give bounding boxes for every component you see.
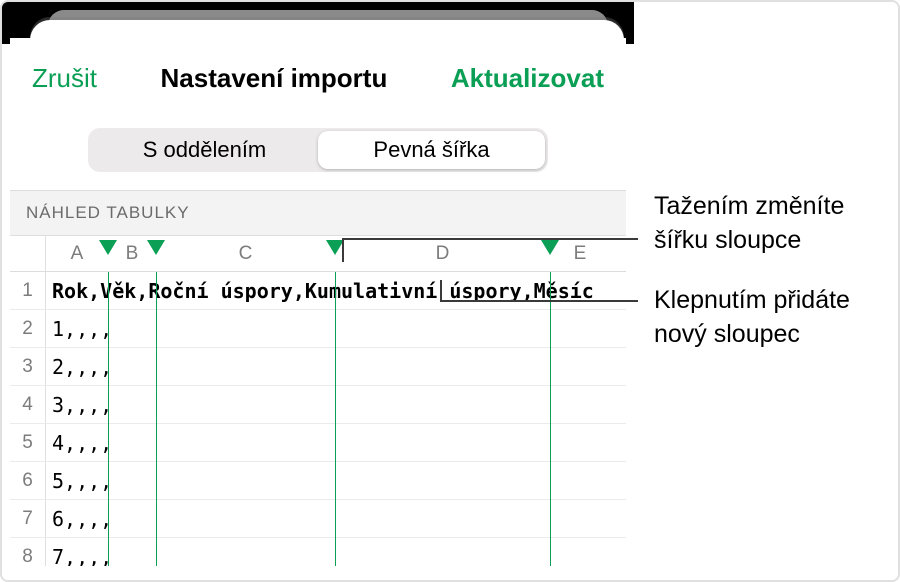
callout-tap-leader-h — [440, 300, 638, 302]
callout-drag-leader-v — [342, 238, 344, 262]
screenshot-stage: Zrušit Nastavení importu Aktualizovat S … — [0, 0, 900, 582]
column-resize-handle[interactable] — [147, 240, 165, 255]
row-text: 5,,,, — [52, 462, 626, 499]
row-number: 4 — [10, 386, 46, 423]
nav-bar: Zrušit Nastavení importu Aktualizovat — [10, 38, 626, 104]
callout-drag-to-resize: Tažením změníte šířku sloupce — [654, 190, 894, 258]
sheet-title: Nastavení importu — [161, 63, 388, 94]
column-letter-D[interactable]: D — [335, 236, 550, 272]
column-divider[interactable] — [156, 272, 157, 566]
row-text: 3,,,, — [52, 386, 626, 423]
segmented-control-wrap: S oddělením Pevná šířka — [10, 104, 626, 190]
preview-row[interactable]: 65,,,, — [10, 462, 626, 500]
import-settings-sheet: Zrušit Nastavení importu Aktualizovat S … — [10, 38, 626, 582]
row-text: 6,,,, — [52, 500, 626, 537]
segmented-control[interactable]: S oddělením Pevná šířka — [88, 128, 548, 172]
preview-row[interactable]: 54,,,, — [10, 424, 626, 462]
column-divider[interactable] — [335, 272, 336, 566]
column-letter-C[interactable]: C — [156, 236, 335, 272]
row-text: 7,,,, — [52, 538, 626, 566]
preview-row[interactable]: 21,,,, — [10, 310, 626, 348]
device-panel: Zrušit Nastavení importu Aktualizovat S … — [2, 2, 634, 582]
row-number: 8 — [10, 538, 46, 566]
rownum-gutter-head — [10, 236, 46, 271]
section-header-preview: NÁHLED TABULKY — [10, 190, 626, 236]
row-number: 1 — [10, 272, 46, 309]
preview-row[interactable]: 87,,,, — [10, 538, 626, 566]
row-number: 5 — [10, 424, 46, 461]
row-number: 3 — [10, 348, 46, 385]
callout-drag-leader-h — [342, 238, 638, 240]
column-divider[interactable] — [108, 272, 109, 566]
preview-row-header[interactable]: 1Rok,Věk,Roční úspory,Kumulativní úspory… — [10, 272, 626, 310]
segment-delimited[interactable]: S oddělením — [91, 131, 318, 169]
column-letter-E[interactable]: E — [550, 236, 610, 272]
row-text: Rok,Věk,Roční úspory,Kumulativní úspory,… — [52, 272, 626, 309]
callout-tap-to-add: Klepnutím přidáte nový sloupec — [654, 284, 894, 352]
segment-fixed-width[interactable]: Pevná šířka — [318, 131, 545, 169]
row-number: 7 — [10, 500, 46, 537]
row-text: 2,,,, — [52, 348, 626, 385]
apply-button[interactable]: Aktualizovat — [451, 63, 604, 94]
preview-row[interactable]: 43,,,, — [10, 386, 626, 424]
row-number: 2 — [10, 310, 46, 347]
preview-rows: 1Rok,Věk,Roční úspory,Kumulativní úspory… — [10, 272, 626, 566]
preview-row[interactable]: 32,,,, — [10, 348, 626, 386]
cancel-button[interactable]: Zrušit — [32, 63, 97, 94]
callout-tap-leader-v — [440, 280, 442, 300]
column-resize-handle[interactable] — [541, 240, 559, 255]
column-header-row[interactable]: ABCDE — [10, 236, 626, 272]
callout-tap-text: Klepnutím přidáte nový sloupec — [654, 286, 850, 348]
column-resize-handle[interactable] — [99, 240, 117, 255]
table-preview[interactable]: ABCDE 1Rok,Věk,Roční úspory,Kumulativní … — [10, 236, 626, 566]
column-divider[interactable] — [550, 272, 551, 566]
row-text: 4,,,, — [52, 424, 626, 461]
callout-drag-text: Tažením změníte šířku sloupce — [654, 192, 844, 254]
row-text: 1,,,, — [52, 310, 626, 347]
row-number: 6 — [10, 462, 46, 499]
preview-row[interactable]: 76,,,, — [10, 500, 626, 538]
